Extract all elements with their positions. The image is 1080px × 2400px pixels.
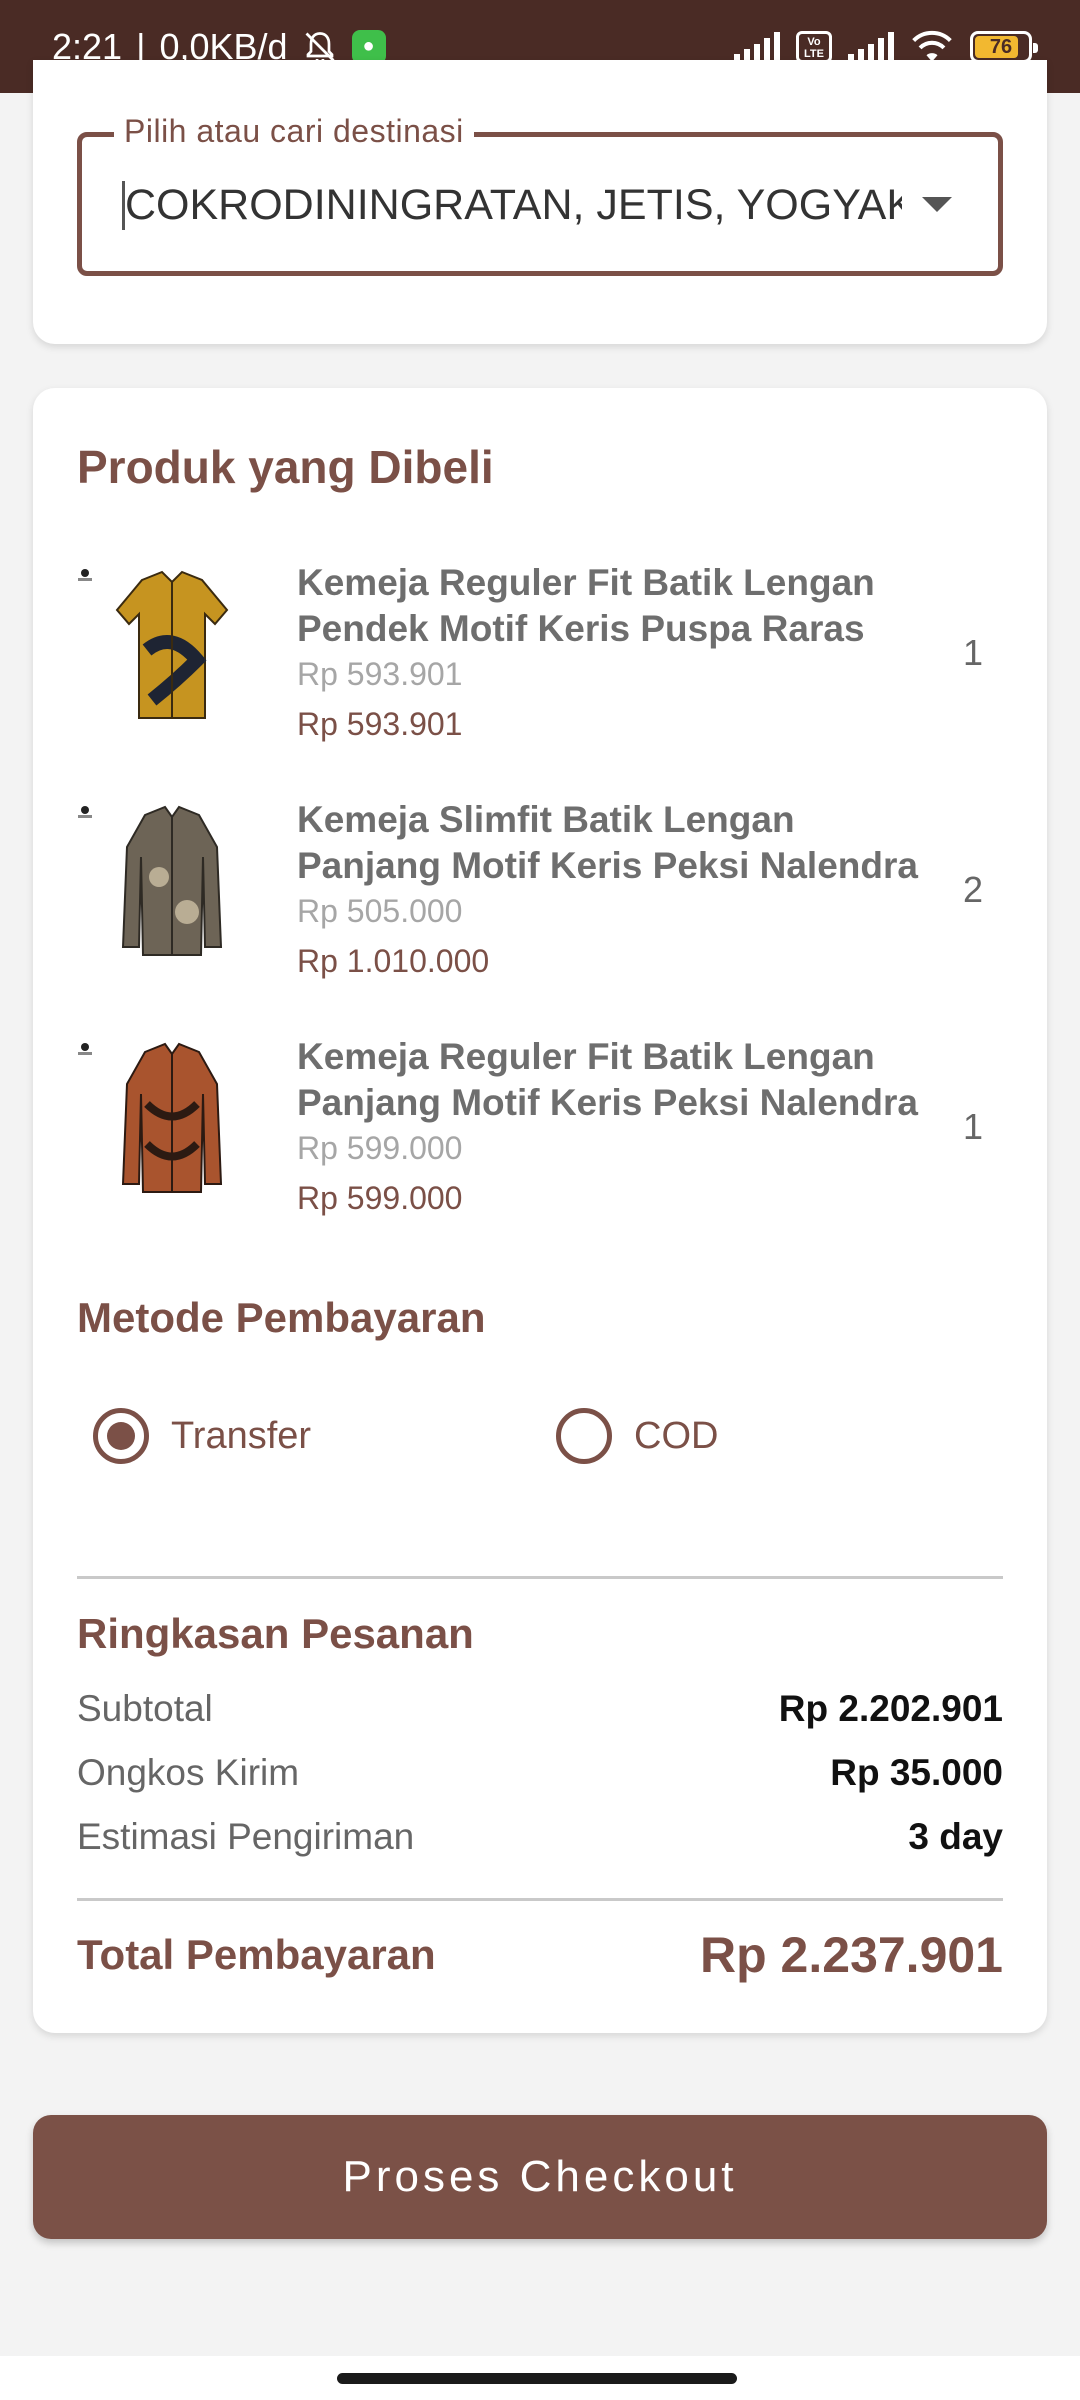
wifi-icon [912,30,952,62]
product-quantity: 1 [962,632,983,673]
summary-row-shipping: Ongkos Kirim Rp 35.000 [77,1752,1003,1794]
product-name: Kemeja Slimfit Batik Lengan Panjang Moti… [297,799,918,886]
signal-icon [734,31,780,62]
signal-icon-2 [848,31,894,62]
brand-logo-icon [78,1043,92,1055]
summary-row-subtotal: Subtotal Rp 2.202.901 [77,1688,1003,1730]
volte-icon: Vo LTE [796,30,832,63]
payment-options: Transfer COD [93,1408,993,1488]
battery-icon: 76 [970,30,1038,63]
total-row: Total Pembayaran Rp 2.237.901 [77,1926,1003,1984]
product-unit-price: Rp 505.000 [297,893,463,929]
destination-dropdown[interactable]: Pilih atau cari destinasi COKRODININGRAT… [77,113,1003,276]
products-section-title: Produk yang Dibeli [77,441,494,493]
battery-level: 76 [989,35,1013,58]
dropdown-arrow-icon[interactable] [922,197,952,212]
product-total-price: Rp 593.901 [297,706,463,742]
total-value: Rp 2.237.901 [700,1927,1003,1983]
product-item: Kemeja Slimfit Batik Lengan Panjang Moti… [77,797,1003,997]
product-quantity: 1 [962,1106,983,1147]
total-label: Total Pembayaran [77,1931,436,1978]
divider [77,1576,1003,1579]
brand-logo-icon [78,806,92,818]
divider [77,1898,1003,1901]
summary-row-estimate: Estimasi Pengiriman 3 day [77,1816,1003,1858]
summary-value: Rp 2.202.901 [778,1688,1003,1729]
destination-card: Pilih atau cari destinasi COKRODININGRAT… [33,60,1047,344]
destination-label: Pilih atau cari destinasi [114,113,474,150]
radio-checked-icon[interactable] [93,1408,149,1464]
payment-option-label: COD [634,1414,719,1457]
summary-value: Rp 35.000 [830,1752,1003,1793]
product-name: Kemeja Reguler Fit Batik Lengan Panjang … [297,1036,918,1123]
payment-option-cod[interactable]: COD [556,1408,718,1464]
summary-label: Estimasi Pengiriman [77,1816,415,1857]
product-image [115,570,229,719]
payment-option-label: Transfer [171,1414,312,1457]
product-image [121,805,223,956]
home-gesture-bar[interactable] [337,2373,737,2384]
summary-label: Ongkos Kirim [77,1752,300,1793]
app-notification-icon: ● [351,29,386,64]
product-name: Kemeja Reguler Fit Batik Lengan Pendek M… [297,562,875,649]
destination-value[interactable]: COKRODININGRATAN, JETIS, YOGYAKARTA [122,181,902,230]
summary-label: Subtotal [77,1688,213,1729]
product-unit-price: Rp 599.000 [297,1130,463,1166]
checkout-button[interactable]: Proses Checkout [33,2115,1047,2239]
status-right: Vo LTE 76 [734,30,1038,64]
product-unit-price: Rp 593.901 [297,656,463,692]
product-total-price: Rp 1.010.000 [297,943,490,979]
payment-section-title: Metode Pembayaran [77,1294,486,1341]
product-item: Kemeja Reguler Fit Batik Lengan Pendek M… [77,560,1003,760]
summary-value: 3 day [908,1816,1003,1857]
product-image [121,1042,223,1193]
radio-unchecked-icon[interactable] [556,1408,612,1464]
brand-logo-icon [78,569,92,581]
product-quantity: 2 [962,869,983,910]
product-item: Kemeja Reguler Fit Batik Lengan Panjang … [77,1034,1003,1234]
summary-section-title: Ringkasan Pesanan [77,1610,474,1657]
order-card: Produk yang Dibeli Kemeja Reguler Fit Ba… [33,388,1047,2033]
payment-option-transfer[interactable]: Transfer [93,1408,311,1464]
product-total-price: Rp 599.000 [297,1180,463,1216]
